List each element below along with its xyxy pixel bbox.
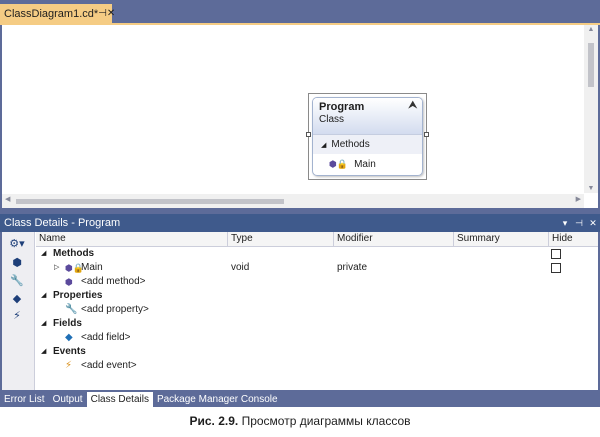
collapse-triangle-icon[interactable]: ◢ [41, 345, 46, 359]
add-method-row[interactable]: ⬢ <add method> [36, 275, 598, 289]
document-tab[interactable]: ClassDiagram1.cd* ⊣ ✕ [0, 4, 115, 23]
method-icon: ⬢ [65, 277, 73, 287]
collapse-triangle-icon[interactable]: ◢ [41, 247, 46, 261]
class-name: Program [319, 101, 365, 113]
add-event-placeholder[interactable]: <add event> [81, 359, 137, 373]
diagram-canvas[interactable]: Program Class ⮝ ◢ Methods ⬢🔒 Main ▲ ▼ ◀ … [2, 25, 598, 208]
method-name: Main [354, 158, 376, 170]
vertical-scrollbar[interactable]: ▲ ▼ [584, 25, 598, 193]
tab-class-details[interactable]: Class Details [86, 392, 153, 407]
add-property-row[interactable]: 🔧 <add property> [36, 303, 598, 317]
expand-triangle-icon[interactable]: ▷ [54, 261, 59, 275]
class-shape-header[interactable]: Program Class ⮝ [313, 98, 422, 134]
class-kind: Class [319, 114, 345, 125]
pin-icon[interactable]: ⊣ [572, 218, 586, 229]
figure-caption-text: Просмотр диаграммы классов [238, 414, 411, 428]
pin-icon[interactable]: ⊣ [98, 8, 107, 19]
new-method-icon[interactable]: ⬢ [8, 254, 26, 270]
collapse-triangle-icon[interactable]: ◢ [41, 289, 46, 303]
member-modifier[interactable]: private [337, 261, 367, 275]
add-field-row[interactable]: ◆ <add field> [36, 331, 598, 345]
window-menu-icon[interactable]: ▾ [558, 218, 572, 229]
add-field-placeholder[interactable]: <add field> [81, 331, 131, 345]
group-label: Properties [53, 290, 103, 301]
method-icon: ⬢🔒 [329, 158, 349, 169]
class-details-panel: ⚙▾ ⬢ 🔧 ◆ ⚡ Name Type Modifier Summary Hi… [2, 232, 598, 390]
column-header-name[interactable]: Name [36, 232, 228, 246]
class-details-grid: Name Type Modifier Summary Hide ◢ Method… [36, 232, 598, 390]
add-event-row[interactable]: ⚡ <add event> [36, 359, 598, 373]
horizontal-scrollbar[interactable]: ◀ ▶ [2, 194, 584, 208]
group-label: Events [53, 346, 86, 357]
ide-frame: ClassDiagram1.cd* ⊣ ✕ Program Class ⮝ ◢ … [0, 0, 600, 407]
bottom-tab-strip: Error List Output Class Details Package … [0, 392, 600, 407]
collapse-icon[interactable]: ⮝ [409, 100, 418, 111]
scroll-left-icon[interactable]: ◀ [5, 195, 10, 203]
figure-caption-label: Рис. 2.9. [189, 414, 239, 428]
tab-package-manager-console[interactable]: Package Manager Console [153, 392, 282, 407]
vertical-scroll-thumb[interactable] [588, 43, 594, 87]
grid-header: Name Type Modifier Summary Hide [36, 232, 598, 247]
resize-handle-right[interactable] [424, 132, 429, 137]
member-row-main[interactable]: ▷ ⬢🔒 Main void private [36, 261, 598, 275]
group-row-methods[interactable]: ◢ Methods [36, 247, 598, 261]
scroll-up-icon[interactable]: ▲ [584, 26, 598, 33]
collapse-triangle-icon[interactable]: ◢ [321, 141, 326, 149]
close-icon[interactable]: ✕ [107, 8, 115, 19]
method-row-main[interactable]: ⬢🔒 Main [313, 154, 422, 174]
new-property-icon[interactable]: 🔧 [8, 272, 26, 288]
scroll-right-icon[interactable]: ▶ [576, 195, 581, 203]
field-icon: ◆ [65, 332, 73, 343]
document-tab-title: ClassDiagram1.cd* [4, 7, 99, 20]
column-header-summary[interactable]: Summary [454, 232, 549, 246]
hide-checkbox[interactable] [551, 263, 561, 273]
new-member-icon[interactable]: ⚙▾ [8, 235, 26, 251]
column-header-type[interactable]: Type [228, 232, 334, 246]
resize-handle-left[interactable] [306, 132, 311, 137]
hide-checkbox[interactable] [551, 249, 561, 259]
figure-caption: Рис. 2.9. Просмотр диаграммы классов [0, 414, 600, 428]
new-field-icon[interactable]: ◆ [8, 290, 26, 306]
property-icon: 🔧 [65, 304, 78, 315]
tab-error-list[interactable]: Error List [0, 392, 49, 407]
class-shape[interactable]: Program Class ⮝ ◢ Methods ⬢🔒 Main [306, 93, 429, 180]
methods-compartment[interactable]: ◢ Methods [313, 134, 422, 154]
group-label: Fields [53, 318, 82, 329]
horizontal-scroll-thumb[interactable] [16, 199, 284, 204]
scroll-down-icon[interactable]: ▼ [584, 185, 598, 192]
group-row-properties[interactable]: ◢ Properties [36, 289, 598, 303]
group-label: Methods [53, 248, 95, 259]
close-icon[interactable]: ✕ [586, 218, 600, 229]
event-icon: ⚡ [65, 360, 73, 371]
member-type[interactable]: void [231, 261, 249, 275]
add-method-placeholder[interactable]: <add method> [81, 275, 146, 289]
column-header-modifier[interactable]: Modifier [334, 232, 454, 246]
class-details-titlebar: Class Details - Program ▾ ⊣ ✕ [0, 214, 600, 232]
group-row-fields[interactable]: ◢ Fields [36, 317, 598, 331]
class-details-title: Class Details - Program [4, 217, 121, 229]
class-shape-body: Program Class ⮝ ◢ Methods ⬢🔒 Main [312, 97, 423, 176]
methods-compartment-label: Methods [331, 139, 370, 150]
member-name[interactable]: Main [81, 261, 103, 275]
class-details-toolbar: ⚙▾ ⬢ 🔧 ◆ ⚡ [2, 232, 35, 390]
tab-output[interactable]: Output [49, 392, 87, 407]
collapse-triangle-icon[interactable]: ◢ [41, 317, 46, 331]
new-event-icon[interactable]: ⚡ [8, 307, 26, 323]
column-header-hide[interactable]: Hide [549, 232, 598, 246]
add-property-placeholder[interactable]: <add property> [81, 303, 149, 317]
group-row-events[interactable]: ◢ Events [36, 345, 598, 359]
